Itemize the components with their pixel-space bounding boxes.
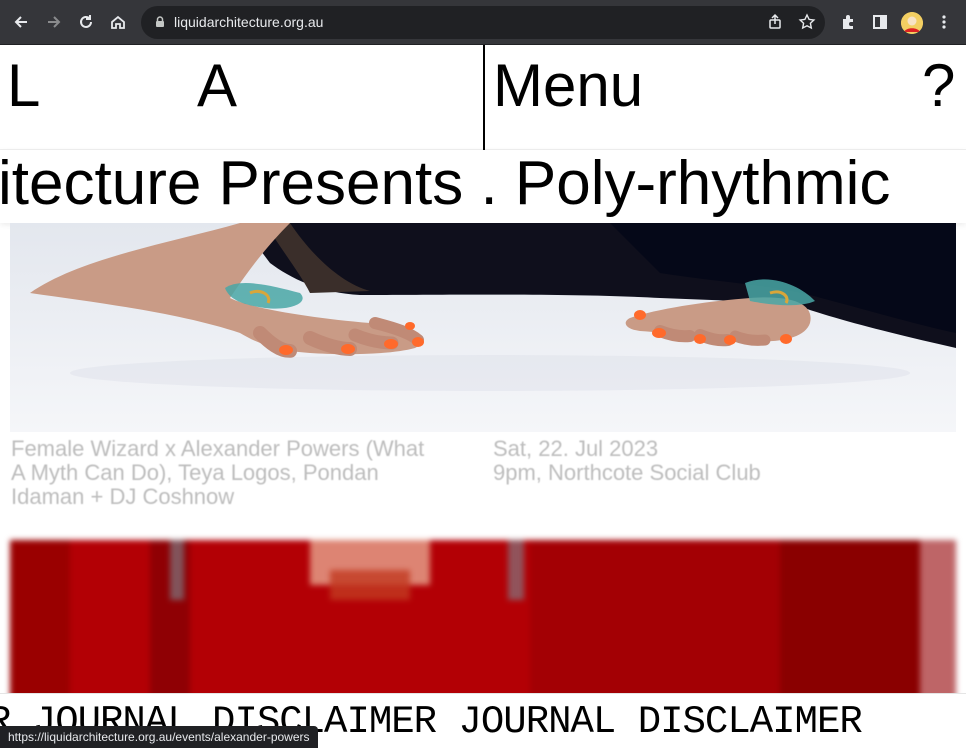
kebab-menu-icon[interactable] xyxy=(933,11,955,33)
reload-icon[interactable] xyxy=(75,11,97,33)
profile-avatar[interactable] xyxy=(901,12,923,34)
event-venue: 9pm, Northcote Social Club xyxy=(493,460,761,485)
url-text[interactable]: liquidarchitecture.org.au xyxy=(174,14,323,30)
red-curtain-photo xyxy=(10,540,956,700)
event-title[interactable]: Female Wizard x Alexander Powers (What A… xyxy=(11,437,431,509)
header-divider xyxy=(483,45,485,150)
event-image-red[interactable] xyxy=(10,540,956,700)
help-button[interactable]: ? xyxy=(922,55,955,117)
link-status-bar: https://liquidarchitecture.org.au/events… xyxy=(0,726,318,748)
event-photo-hands xyxy=(10,223,956,432)
lock-icon[interactable] xyxy=(153,15,167,29)
menu-button[interactable]: Menu xyxy=(493,55,643,117)
browser-toolbar: liquidarchitecture.org.au xyxy=(0,0,966,45)
event-image[interactable] xyxy=(10,223,956,432)
star-icon[interactable] xyxy=(798,13,816,31)
presents-ticker[interactable]: itecture Presents . Poly-rhythmic xyxy=(0,150,966,223)
event-date: Sat, 22. Jul 2023 xyxy=(493,436,659,461)
logo-letter-a[interactable]: A xyxy=(197,55,237,117)
extensions-icon[interactable] xyxy=(837,11,859,33)
home-icon[interactable] xyxy=(107,11,129,33)
back-icon[interactable] xyxy=(10,11,32,33)
ticker-text: itecture Presents . Poly-rhythmic xyxy=(0,150,891,218)
share-icon[interactable] xyxy=(766,13,784,31)
forward-icon[interactable] xyxy=(43,11,65,33)
address-bar[interactable]: liquidarchitecture.org.au xyxy=(141,6,825,39)
site-header: L A Menu ? xyxy=(0,45,966,150)
logo-letter-l[interactable]: L xyxy=(7,55,40,117)
sidepanel-icon[interactable] xyxy=(869,11,891,33)
event-info[interactable]: Female Wizard x Alexander Powers (What A… xyxy=(10,437,956,517)
